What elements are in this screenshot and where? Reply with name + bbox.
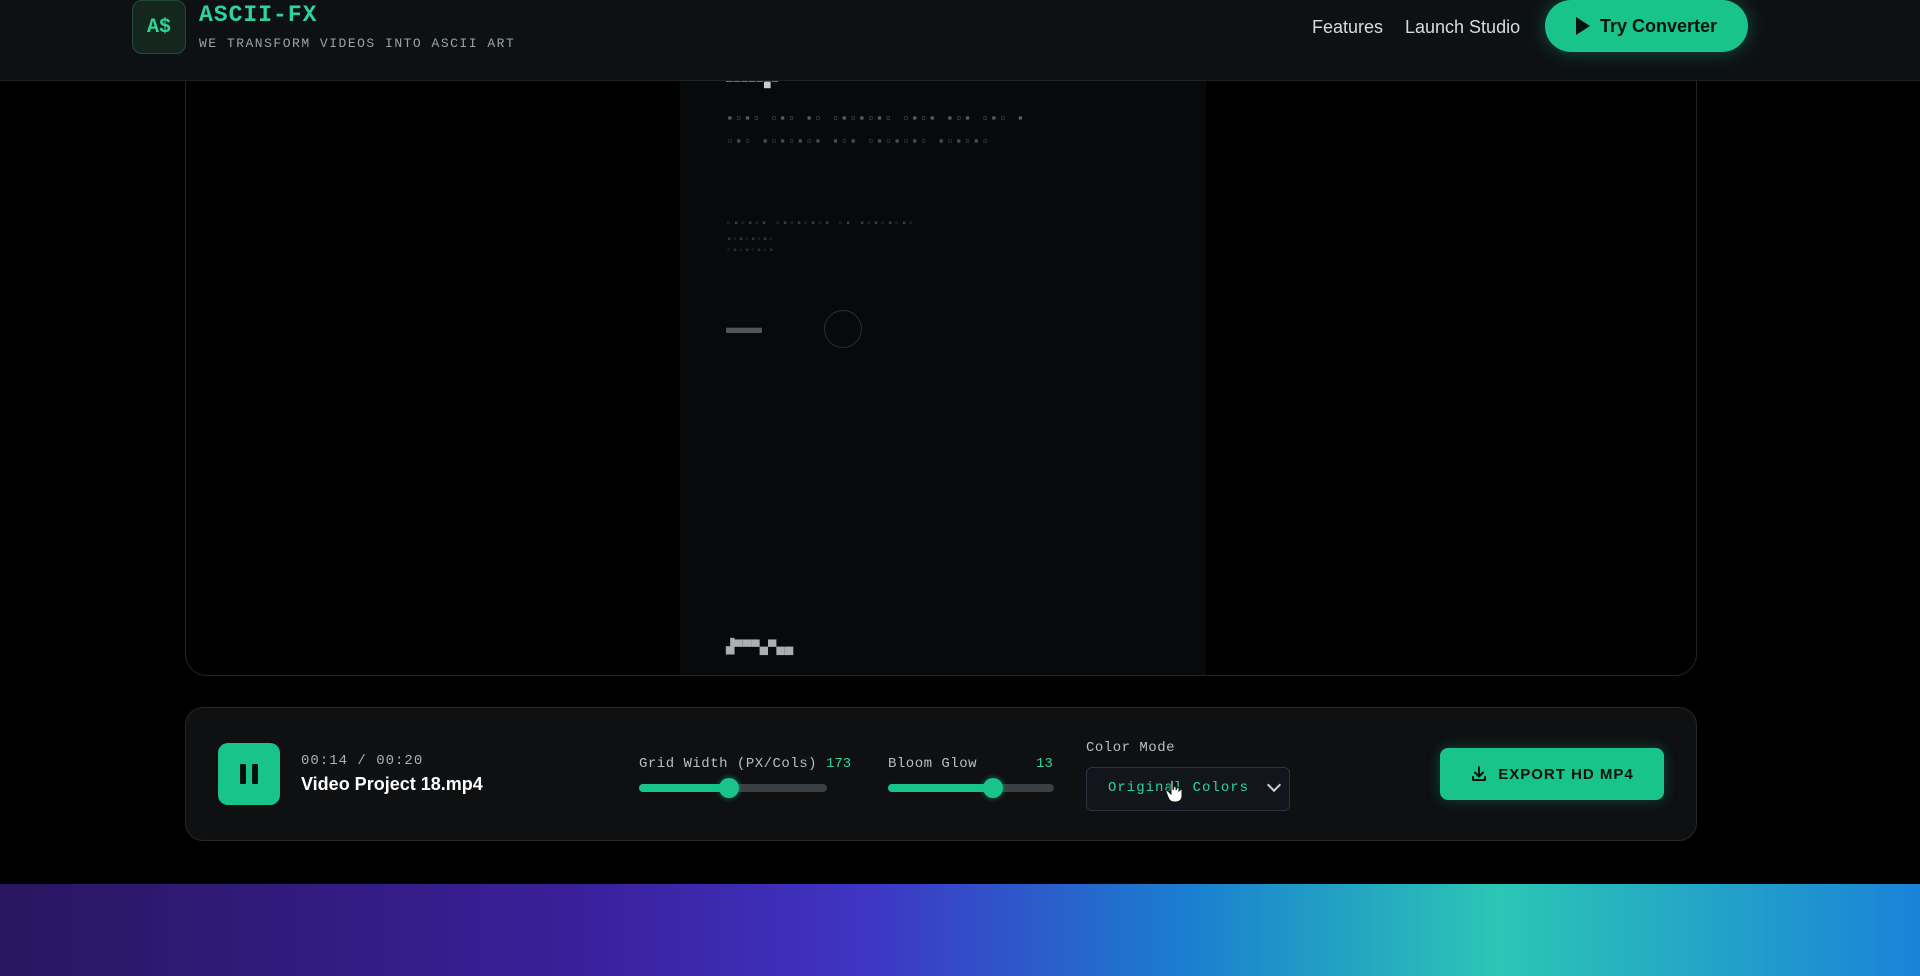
ascii-artifact: ▀▀▀▀▀▀ [726,329,763,340]
playback-time: 00:14 / 00:20 [301,753,424,769]
ascii-artifact: ▟▀▀▀▄▀▄▄ [726,640,794,656]
bloom-glow-label: Bloom Glow [888,756,978,772]
video-preview-panel[interactable]: ▀▀▀▀▀▄▀ ▪▫▪▫ ▫▪▫ ▪▫ ▫▪▫▪▫▪▫ ▫▪▫▪ ▪▫▪ ▫▪▫… [185,40,1697,676]
bloom-glow-slider[interactable] [888,778,1054,798]
brand-name[interactable]: ASCII-FX [199,2,317,28]
ascii-artifact: ▫▪▫▪▫▪ ▫▪▫▪▫▪▫▪ ▫▪ ▪▫▪▫▪▫▪▫ [726,219,916,230]
playback-control-bar: 00:14 / 00:20 Video Project 18.mp4 Grid … [185,707,1697,841]
pause-icon [240,764,246,784]
export-hd-mp4-button[interactable]: EXPORT HD MP4 [1440,748,1664,800]
brand-tagline: WE TRANSFORM VIDEOS INTO ASCII ART [199,36,516,51]
top-navigation-bar: A$ ASCII-FX WE TRANSFORM VIDEOS INTO ASC… [0,0,1920,81]
chevron-down-icon [1266,777,1282,793]
grid-width-label: Grid Width (PX/Cols) [639,756,818,772]
logo-badge[interactable]: A$ [132,0,186,54]
nav-link-features[interactable]: Features [1312,16,1383,38]
loading-ring-icon [824,310,862,348]
bloom-glow-slider-thumb[interactable] [982,778,1003,798]
hero-gradient-band [0,884,1920,976]
grid-width-value: 173 [826,756,852,772]
color-mode-label: Color Mode [1086,740,1176,756]
hand-cursor-icon [1165,779,1183,803]
nav-link-launch-studio[interactable]: Launch Studio [1405,16,1520,38]
export-label: EXPORT HD MP4 [1498,765,1634,783]
bloom-glow-value: 13 [1036,756,1053,772]
color-mode-select[interactable]: Original Colors [1086,767,1290,811]
download-icon [1472,766,1487,781]
ascii-artifact: ▫▪▫▪▫▪▫▪ [726,246,775,257]
try-converter-button[interactable]: Try Converter [1545,0,1748,52]
grid-width-slider[interactable] [639,778,827,798]
logo-text: A$ [146,15,171,39]
ascii-artifact: ▫▪▫ ▪▫▪▫▪▫▪ ▪▫▪ ▫▪▫▪▫▪▫ ▪▫▪▫▪▫ [726,134,991,149]
play-icon [1575,17,1590,35]
grid-width-slider-fill [639,784,730,792]
try-converter-label: Try Converter [1599,15,1718,36]
pause-icon [252,764,258,784]
ascii-artifact: ▪▫▪▫▪▫▪▫ [726,235,775,246]
ascii-artifact: ▪▫▪▫ ▫▪▫ ▪▫ ▫▪▫▪▫▪▫ ▫▪▫▪ ▪▫▪ ▫▪▫ ▪ [726,111,1026,126]
grid-width-slider-thumb[interactable] [719,778,740,798]
file-name: Video Project 18.mp4 [301,774,483,794]
ascii-video-frame[interactable]: ▀▀▀▀▀▄▀ ▪▫▪▫ ▫▪▫ ▪▫ ▫▪▫▪▫▪▫ ▫▪▫▪ ▪▫▪ ▫▪▫… [680,41,1206,675]
bloom-glow-slider-fill [888,784,993,792]
pause-button[interactable] [218,743,280,805]
